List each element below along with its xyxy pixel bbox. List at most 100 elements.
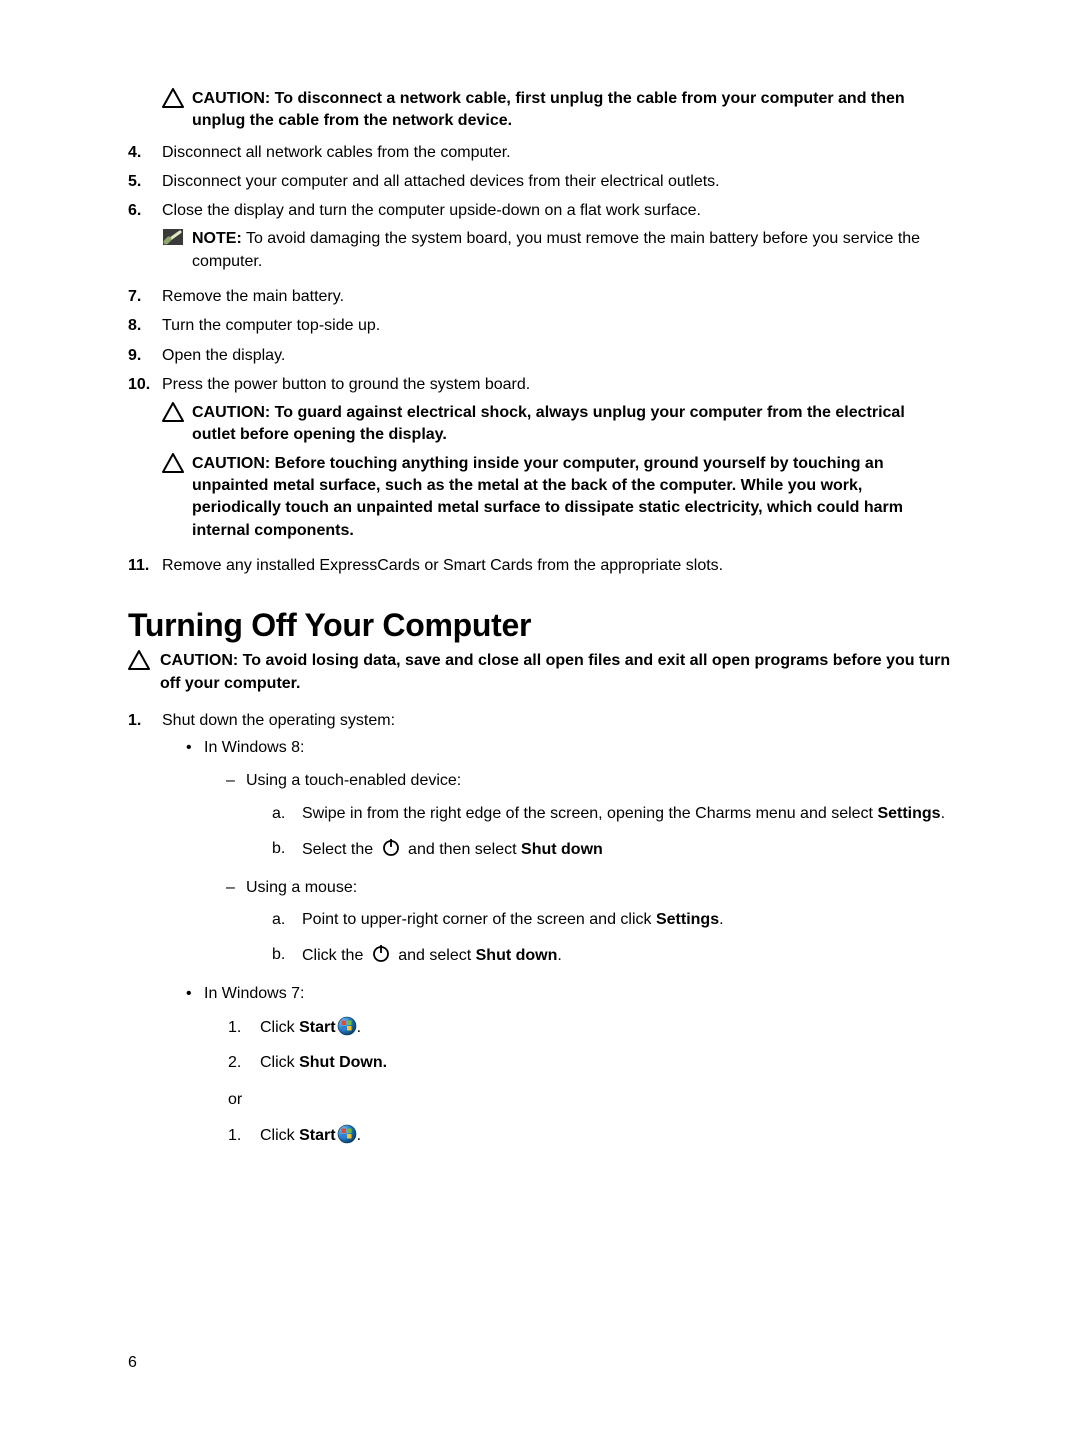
step-9: 9. Open the display.: [128, 344, 952, 367]
text: Click: [260, 1054, 299, 1071]
method-list: Using a touch-enabled device: a. Swipe i…: [204, 769, 952, 972]
step-text: Disconnect all network cables from the c…: [162, 141, 952, 164]
win7-steps-1: 1. Click Start. 2. Click Shut Down.: [204, 1015, 952, 1076]
page-number: 6: [128, 1354, 137, 1372]
step-letter: a.: [272, 802, 285, 827]
text: Point to upper-right corner of the scree…: [302, 911, 656, 928]
text: .: [557, 947, 561, 964]
caution-icon: [128, 650, 154, 675]
touch-step-b: b. Select the and then select Shut down: [272, 837, 952, 866]
touch-step-a: a. Swipe in from the right edge of the s…: [272, 802, 952, 827]
os-label: In Windows 8:: [204, 739, 304, 756]
note-text: NOTE: To avoid damaging the system board…: [192, 228, 952, 273]
or-separator: or: [228, 1088, 952, 1113]
caution-icon: [162, 402, 188, 429]
step-number: 9.: [128, 344, 162, 367]
method-touch: Using a touch-enabled device: a. Swipe i…: [226, 769, 952, 865]
method-label: Using a touch-enabled device:: [246, 772, 461, 789]
mouse-step-b: b. Click the and select Shut down.: [272, 943, 952, 972]
text: Click the: [302, 947, 368, 964]
step-body: Press the power button to ground the sys…: [162, 373, 952, 549]
step-body: Shut down the operating system: In Windo…: [162, 709, 952, 1160]
bold-text: Shut down: [521, 841, 603, 858]
step-4: 4. Disconnect all network cables from th…: [128, 141, 952, 164]
step-text: Open the display.: [162, 344, 952, 367]
text: .: [941, 805, 945, 822]
shutdown-step-1: 1. Shut down the operating system: In Wi…: [128, 709, 952, 1160]
text: and select: [394, 947, 476, 964]
shutdown-procedure: 1. Shut down the operating system: In Wi…: [128, 709, 952, 1160]
step-number: 5.: [128, 170, 162, 193]
windows-start-orb-icon: [337, 1124, 357, 1153]
windows-start-orb-icon: [337, 1016, 357, 1045]
bold-text: Settings: [877, 805, 940, 822]
step-index: 1.: [228, 1015, 241, 1041]
win7-alt-step-1: 1. Click Start.: [228, 1123, 952, 1153]
os-label: In Windows 7:: [204, 985, 304, 1002]
step-text: Turn the computer top-side up.: [162, 314, 952, 337]
caution-box-shock: CAUTION: To guard against electrical sho…: [162, 402, 952, 447]
mouse-step-a: a. Point to upper-right corner of the sc…: [272, 908, 952, 933]
text: and then select: [404, 841, 521, 858]
step-index: 2.: [228, 1050, 241, 1076]
bold-text: Start: [299, 1019, 335, 1036]
text: Click: [260, 1127, 299, 1144]
caution-text: CAUTION: Before touching anything inside…: [192, 453, 952, 543]
method-mouse: Using a mouse: a. Point to upper-right c…: [226, 876, 952, 972]
caution-icon: [162, 88, 188, 113]
bold-text: Settings: [656, 911, 719, 928]
touch-steps: a. Swipe in from the right edge of the s…: [246, 802, 952, 866]
procedure-list-top: 4. Disconnect all network cables from th…: [128, 141, 952, 578]
caution-network-cable: CAUTION: To disconnect a network cable, …: [162, 88, 952, 133]
step-6: 6. Close the display and turn the comput…: [128, 199, 952, 279]
section-title: Turning Off Your Computer: [128, 607, 952, 644]
power-icon: [371, 943, 391, 972]
document-page: CAUTION: To disconnect a network cable, …: [0, 0, 1080, 1434]
step-text: Remove the main battery.: [162, 285, 952, 308]
win7-step-1: 1. Click Start.: [228, 1015, 952, 1045]
step-number: 6.: [128, 199, 162, 222]
step-number: 1.: [128, 709, 162, 732]
note-box: NOTE: To avoid damaging the system board…: [162, 228, 952, 273]
step-number: 8.: [128, 314, 162, 337]
step-number: 4.: [128, 141, 162, 164]
step-number: 11.: [128, 554, 162, 577]
method-label: Using a mouse:: [246, 879, 357, 896]
step-7: 7. Remove the main battery.: [128, 285, 952, 308]
bold-text: Shut Down.: [299, 1054, 387, 1071]
step-8: 8. Turn the computer top-side up.: [128, 314, 952, 337]
caution-icon: [162, 453, 188, 480]
caution-text: CAUTION: To disconnect a network cable, …: [192, 88, 952, 133]
step-number: 10.: [128, 373, 162, 396]
caution-text: CAUTION: To avoid losing data, save and …: [160, 650, 952, 695]
step-11: 11. Remove any installed ExpressCards or…: [128, 554, 952, 577]
os-windows-8: In Windows 8: Using a touch-enabled devi…: [186, 736, 952, 972]
step-letter: b.: [272, 837, 285, 862]
step-number: 7.: [128, 285, 162, 308]
mouse-steps: a. Point to upper-right corner of the sc…: [246, 908, 952, 972]
step-text: Remove any installed ExpressCards or Sma…: [162, 554, 952, 577]
step-text: Shut down the operating system:: [162, 712, 395, 729]
step-text: Press the power button to ground the sys…: [162, 376, 530, 393]
os-list: In Windows 8: Using a touch-enabled devi…: [162, 736, 952, 1152]
step-5: 5. Disconnect your computer and all atta…: [128, 170, 952, 193]
bold-text: Start: [299, 1127, 335, 1144]
text: Click: [260, 1019, 299, 1036]
step-body: Close the display and turn the computer …: [162, 199, 952, 279]
power-icon: [381, 837, 401, 866]
step-10: 10. Press the power button to ground the…: [128, 373, 952, 549]
step-letter: a.: [272, 908, 285, 933]
win7-step-2: 2. Click Shut Down.: [228, 1050, 952, 1076]
text: .: [357, 1127, 361, 1144]
text: .: [357, 1019, 361, 1036]
step-index: 1.: [228, 1123, 241, 1149]
os-windows-7: In Windows 7: 1. Click Start. 2. Click S…: [186, 982, 952, 1152]
step-text: Close the display and turn the computer …: [162, 202, 701, 219]
win7-steps-2: 1. Click Start.: [204, 1123, 952, 1153]
caution-shutdown: CAUTION: To avoid losing data, save and …: [128, 650, 952, 695]
step-letter: b.: [272, 943, 285, 968]
text: .: [719, 911, 723, 928]
caution-box-ground: CAUTION: Before touching anything inside…: [162, 453, 952, 543]
step-text: Disconnect your computer and all attache…: [162, 170, 952, 193]
text: Swipe in from the right edge of the scre…: [302, 805, 877, 822]
